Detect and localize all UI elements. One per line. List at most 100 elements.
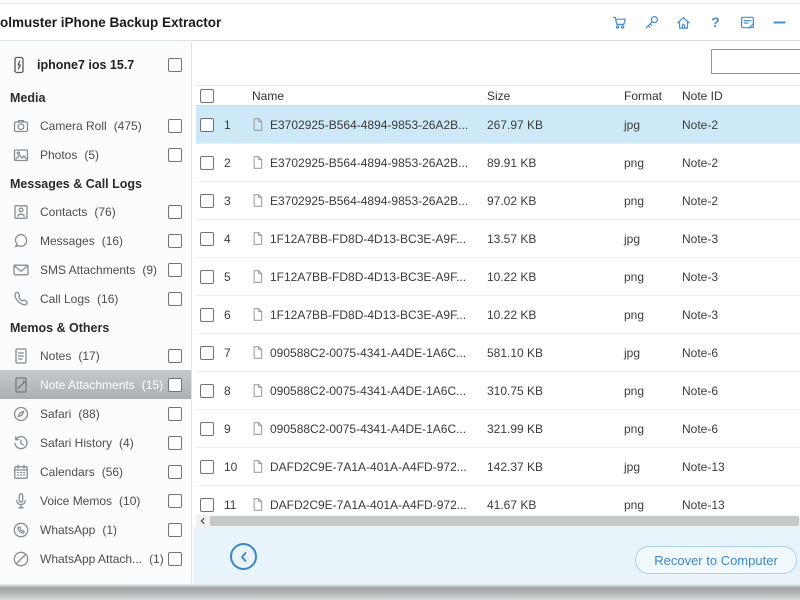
column-header-note-id: Note ID xyxy=(682,88,723,103)
sidebar-item-checkbox[interactable] xyxy=(168,522,182,537)
recover-to-computer-button[interactable]: Recover to Computer xyxy=(635,546,797,574)
table-row[interactable]: 11 DAFD2C9E-7A1A-401A-A4FD-972... 41.67 KB… xyxy=(196,486,800,515)
table-row[interactable]: 1 E3702925-B564-4894-9853-26A2B... 267.97 … xyxy=(196,106,800,144)
file-size: 267.97 KB xyxy=(487,117,544,132)
window-bottom-edge xyxy=(0,584,800,600)
sidebar-item-camera[interactable]: Camera Roll (475) xyxy=(0,111,191,140)
sidebar-item-checkbox[interactable] xyxy=(168,118,182,133)
note-id: Note-3 xyxy=(682,307,719,322)
file-icon xyxy=(244,306,270,323)
file-size: 310.75 KB xyxy=(487,383,544,398)
sidebar-item-safari-history[interactable]: Safari History (4) xyxy=(0,428,191,457)
row-checkbox[interactable] xyxy=(200,497,214,512)
table-row[interactable]: 4 1F12A7BB-FD8D-4D13-BC3E-A9F... 13.57 KB j… xyxy=(196,220,800,258)
file-name: 1F12A7BB-FD8D-4D13-BC3E-A9F... xyxy=(270,231,467,246)
key-icon[interactable] xyxy=(642,13,660,31)
file-size: 321.99 KB xyxy=(487,421,544,436)
row-checkbox[interactable] xyxy=(200,307,214,322)
row-checkbox-cell xyxy=(196,144,222,181)
file-icon xyxy=(244,154,270,171)
sidebar-sections: Media Camera Roll (475) Photos (5) Messages &… xyxy=(0,83,191,573)
feedback-icon[interactable] xyxy=(738,13,756,31)
select-all-checkbox[interactable] xyxy=(200,88,214,103)
horizontal-scrollbar[interactable] xyxy=(196,515,800,527)
sidebar-item-photos[interactable]: Photos (5) xyxy=(0,140,191,169)
sidebar-item-whatsapp-attachments[interactable]: WhatsApp Attach... (1) xyxy=(0,544,191,573)
sidebar-item-whatsapp[interactable]: WhatsApp (1) xyxy=(0,515,191,544)
row-checkbox-cell xyxy=(196,372,222,409)
row-checkbox[interactable] xyxy=(200,231,214,246)
row-checkbox-cell xyxy=(196,486,222,515)
sidebar-item-notes[interactable]: Notes (17) xyxy=(0,341,191,370)
sidebar-item-checkbox[interactable] xyxy=(168,493,182,508)
table-row[interactable]: 3 E3702925-B564-4894-9853-26A2B... 97.02 K… xyxy=(196,182,800,220)
sidebar-item-call-logs[interactable]: Call Logs (16) xyxy=(0,284,191,313)
file-format: png xyxy=(624,497,645,512)
row-checkbox-cell xyxy=(196,410,222,447)
row-checkbox[interactable] xyxy=(200,421,214,436)
device-checkbox[interactable] xyxy=(168,58,182,72)
sidebar-item-checkbox[interactable] xyxy=(168,204,182,219)
row-number: 11 xyxy=(224,497,237,512)
whatsapp-icon xyxy=(12,521,30,539)
sidebar-item-label: SMS Attachments xyxy=(40,262,136,277)
sidebar-item-count: (5) xyxy=(84,147,100,162)
search-box xyxy=(711,49,800,74)
row-checkbox-cell xyxy=(196,182,222,219)
sidebar-item-sms-attachments[interactable]: SMS Attachments (9) xyxy=(0,255,191,284)
table-row[interactable]: 8 090588C2-0075-4341-A4DE-1A6C... 310.75 K… xyxy=(196,372,800,410)
row-checkbox[interactable] xyxy=(200,117,214,132)
sidebar-item-checkbox[interactable] xyxy=(168,464,182,479)
file-name: DAFD2C9E-7A1A-401A-A4FD-972... xyxy=(270,497,467,512)
scrollbar-thumb[interactable] xyxy=(210,516,799,526)
search-input[interactable] xyxy=(712,50,800,73)
calendars-icon xyxy=(12,463,30,481)
cart-icon[interactable] xyxy=(610,13,628,31)
table-row[interactable]: 2 E3702925-B564-4894-9853-26A2B... 89.91 K… xyxy=(196,144,800,182)
table-row[interactable]: 7 090588C2-0075-4341-A4DE-1A6C... 581.10 K… xyxy=(196,334,800,372)
phone-icon xyxy=(10,56,28,74)
home-icon[interactable] xyxy=(674,13,692,31)
sidebar-item-checkbox[interactable] xyxy=(168,551,182,566)
sidebar-item-checkbox[interactable] xyxy=(168,406,182,421)
sidebar-item-checkbox[interactable] xyxy=(168,377,182,392)
sidebar-item-messages[interactable]: Messages (16) xyxy=(0,226,191,255)
sidebar-item-count: (76) xyxy=(94,204,116,219)
table-row[interactable]: 5 1F12A7BB-FD8D-4D13-BC3E-A9F... 10.22 KB p… xyxy=(196,258,800,296)
note-id: Note-13 xyxy=(682,497,725,512)
sidebar-item-note-attachments[interactable]: Note Attachments (15) xyxy=(0,370,191,399)
file-name: 090588C2-0075-4341-A4DE-1A6C... xyxy=(270,383,467,398)
sidebar-item-safari[interactable]: Safari (88) xyxy=(0,399,191,428)
sidebar-item-checkbox[interactable] xyxy=(168,435,182,450)
scroll-left-button[interactable] xyxy=(196,515,209,527)
back-button[interactable] xyxy=(230,543,257,570)
minimize-icon[interactable] xyxy=(770,13,788,31)
sidebar-item-contacts[interactable]: Contacts (76) xyxy=(0,197,191,226)
file-icon xyxy=(244,420,270,437)
row-checkbox[interactable] xyxy=(200,459,214,474)
table-row[interactable]: 9 090588C2-0075-4341-A4DE-1A6C... 321.99 K… xyxy=(196,410,800,448)
sidebar-item-checkbox[interactable] xyxy=(168,233,182,248)
device-row[interactable]: iphone7 ios 15.7 xyxy=(0,47,191,83)
sidebar-item-checkbox[interactable] xyxy=(168,147,182,162)
sidebar-item-checkbox[interactable] xyxy=(168,291,182,306)
sidebar-item-label: Messages xyxy=(40,233,95,248)
row-checkbox[interactable] xyxy=(200,383,214,398)
file-size: 10.22 KB xyxy=(487,307,537,322)
sidebar-item-label: WhatsApp xyxy=(40,522,96,537)
sidebar-item-label: Voice Memos xyxy=(40,493,113,508)
row-checkbox[interactable] xyxy=(200,345,214,360)
sidebar-item-voice-memos[interactable]: Voice Memos (10) xyxy=(0,486,191,515)
sidebar-item-calendars[interactable]: Calendars (56) xyxy=(0,457,191,486)
row-checkbox[interactable] xyxy=(200,193,214,208)
row-checkbox[interactable] xyxy=(200,269,214,284)
row-checkbox[interactable] xyxy=(200,155,214,170)
file-icon xyxy=(244,230,270,247)
row-checkbox-cell xyxy=(196,258,222,295)
table-row[interactable]: 10 DAFD2C9E-7A1A-401A-A4FD-972... 142.37 K… xyxy=(196,448,800,486)
table-row[interactable]: 6 1F12A7BB-FD8D-4D13-BC3E-A9F... 10.22 KB p… xyxy=(196,296,800,334)
sidebar-item-checkbox[interactable] xyxy=(168,262,182,277)
help-icon[interactable]: ? xyxy=(706,13,724,31)
sidebar-item-count: (16) xyxy=(97,291,119,306)
sidebar-item-checkbox[interactable] xyxy=(168,348,182,363)
